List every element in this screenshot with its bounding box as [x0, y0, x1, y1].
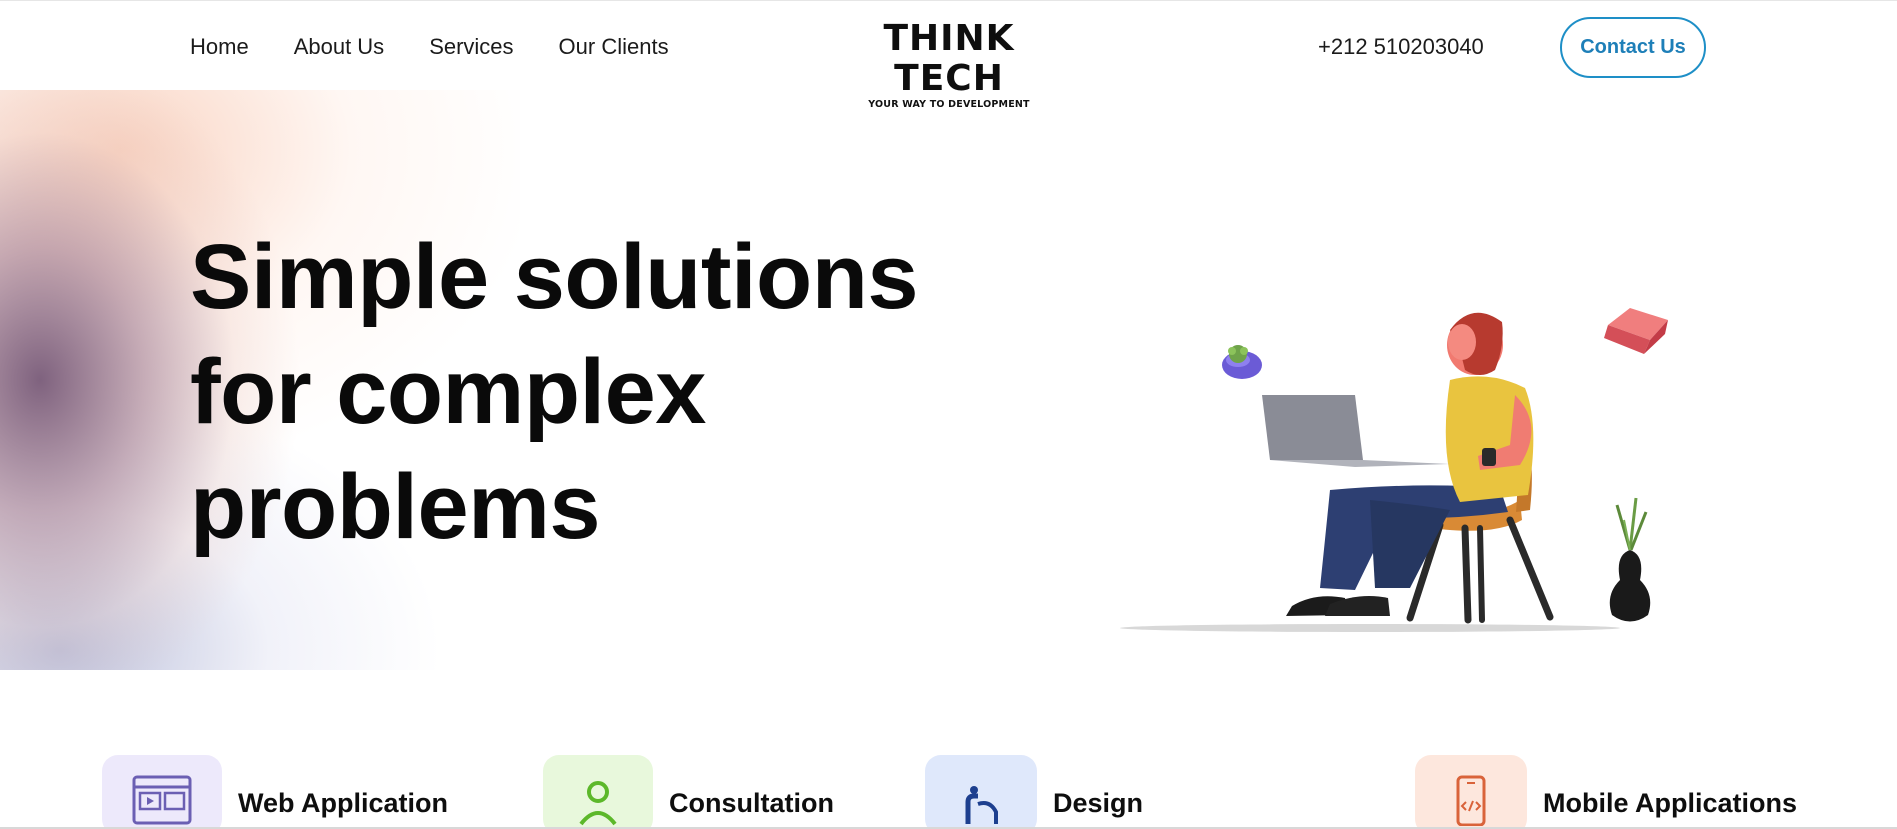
nav-home-link[interactable]: Home [190, 34, 249, 60]
design-icon [925, 755, 1037, 829]
nav-about-link[interactable]: About Us [294, 34, 385, 60]
services-strip: Web Application Consultation Design Mobi… [0, 755, 1897, 829]
person-head [1447, 312, 1503, 375]
hero-illustration [1120, 308, 1668, 632]
hero-section: Simple solutions for complex problems [0, 90, 1897, 670]
service-mobile-applications[interactable]: Mobile Applications [1415, 755, 1797, 829]
logo-wordmark: THINK TECH [883, 18, 1015, 99]
service-design[interactable]: Design [925, 755, 1143, 829]
vase-illustration [1609, 497, 1651, 622]
site-header: Home About Us Services Our Clients THINK… [0, 0, 1897, 110]
mobile-code-icon [1415, 755, 1527, 829]
service-label: Consultation [669, 788, 834, 818]
service-consultation[interactable]: Consultation [543, 755, 834, 829]
hero-title-line: problems [190, 456, 601, 558]
nav-clients-link[interactable]: Our Clients [559, 34, 669, 60]
floating-block-icon [1604, 308, 1668, 354]
hero-title-line: for complex [190, 341, 706, 443]
hero-title: Simple solutions for complex problems [190, 220, 990, 565]
web-app-icon [102, 755, 222, 829]
floating-plant-icon [1222, 345, 1262, 379]
service-label: Mobile Applications [1543, 788, 1798, 818]
consultation-icon [543, 755, 653, 829]
logo-tagline: YOUR WAY TO DEVELOPMENT [868, 99, 1030, 110]
phone-number[interactable]: +212 510203040 [1318, 34, 1484, 60]
service-web-application[interactable]: Web Application [102, 755, 448, 829]
contact-us-button[interactable]: Contact Us [1560, 17, 1706, 78]
main-nav: Home About Us Services Our Clients [190, 34, 669, 60]
floor-shadow [1120, 624, 1620, 632]
nav-services-link[interactable]: Services [429, 34, 513, 60]
service-label: Web Application [238, 788, 449, 818]
hero-title-line: Simple solutions [190, 226, 919, 328]
service-label: Design [1053, 788, 1144, 818]
site-logo[interactable]: THINK TECH YOUR WAY TO DEVELOPMENT [832, 18, 1066, 111]
laptop-illustration [1262, 395, 1450, 467]
